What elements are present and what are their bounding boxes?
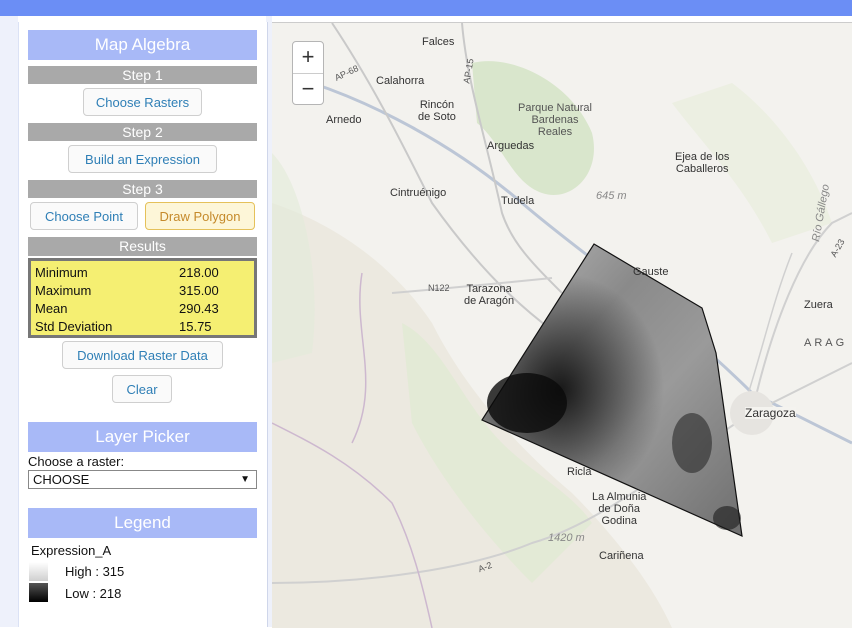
dropdown-arrow-icon: ▼ <box>240 474 250 485</box>
legend-high-swatch <box>29 562 48 581</box>
map-label-falces: Falces <box>422 36 455 48</box>
tool-panel: Map Algebra Step 1 Choose Rasters Step 2… <box>18 22 268 627</box>
legend-header: Legend <box>28 508 257 538</box>
map-label-la-almunia: La Almunia de Doña Godina <box>592 491 647 527</box>
result-value: 15.75 <box>179 319 212 334</box>
download-raster-button[interactable]: Download Raster Data <box>62 341 223 369</box>
map-label-n122: N122 <box>428 283 450 293</box>
choose-rasters-button[interactable]: Choose Rasters <box>83 88 202 116</box>
map-label-arguedas: Arguedas <box>487 140 535 152</box>
raster-select[interactable]: CHOOSE ▼ <box>28 470 257 489</box>
map-label-cintruenigo: Cintruénigo <box>390 187 447 199</box>
map-label-arnedo: Arnedo <box>326 114 362 126</box>
step3-header: Step 3 <box>28 180 257 198</box>
map-label-zuera: Zuera <box>804 299 833 311</box>
build-expression-button[interactable]: Build an Expression <box>68 145 217 173</box>
map-label-park: Parque Natural Bardenas Reales <box>518 102 592 138</box>
legend-layer-name: Expression_A <box>31 543 112 558</box>
map-label-elevation-1420: 1420 m <box>548 532 585 544</box>
clear-button[interactable]: Clear <box>112 375 172 403</box>
raster-picker-label: Choose a raster: <box>28 454 125 469</box>
step2-header: Step 2 <box>28 123 257 141</box>
zoom-out-button[interactable]: − <box>293 73 323 104</box>
map-algebra-header: Map Algebra <box>28 30 257 60</box>
result-value: 218.00 <box>179 265 219 280</box>
results-box: Minimum 218.00 Maximum 315.00 Mean 290.4… <box>28 258 257 338</box>
layer-picker-header: Layer Picker <box>28 422 257 452</box>
result-label: Std Deviation <box>35 319 113 334</box>
map-view[interactable]: + − Falces Calahorra Arnedo Rincón de So… <box>272 22 852 628</box>
map-label-ejea: Ejea de los Caballeros <box>675 151 730 175</box>
legend-high-label: High : 315 <box>65 564 125 579</box>
choose-point-button[interactable]: Choose Point <box>30 202 138 230</box>
result-value: 315.00 <box>179 283 219 298</box>
map-label-calahorra: Calahorra <box>376 75 425 87</box>
result-label: Minimum <box>35 265 88 280</box>
map-label-aragon: ARAG <box>804 337 848 349</box>
zoom-control: + − <box>292 41 324 105</box>
result-value: 290.43 <box>179 301 219 316</box>
map-label-tarazona: Tarazona de Aragón <box>464 283 515 307</box>
result-row-mean: Mean 290.43 <box>35 301 255 319</box>
result-label: Maximum <box>35 283 92 298</box>
results-header: Results <box>28 237 257 256</box>
step1-header: Step 1 <box>28 66 257 84</box>
top-bar <box>0 0 852 16</box>
raster-select-value: CHOOSE <box>33 472 90 487</box>
map-label-carinena: Cariñena <box>599 550 644 562</box>
result-row-std-deviation: Std Deviation 15.75 <box>35 319 255 337</box>
map-label-rincon: Rincón de Soto <box>418 99 456 123</box>
map-label-elevation-645: 645 m <box>596 190 627 202</box>
left-margin <box>0 16 18 627</box>
map-label-zaragoza: Zaragoza <box>745 406 796 420</box>
draw-polygon-button[interactable]: Draw Polygon <box>145 202 255 230</box>
map-label-gauste: Gauste <box>633 266 669 278</box>
map-label-tudela: Tudela <box>501 195 535 207</box>
zoom-in-button[interactable]: + <box>293 42 323 73</box>
result-label: Mean <box>35 301 68 316</box>
result-row-maximum: Maximum 315.00 <box>35 283 255 301</box>
map-label-ricla: Ricla <box>567 466 592 478</box>
legend-low-swatch <box>29 583 48 602</box>
legend-low-label: Low : 218 <box>65 586 122 601</box>
result-row-minimum: Minimum 218.00 <box>35 265 255 283</box>
